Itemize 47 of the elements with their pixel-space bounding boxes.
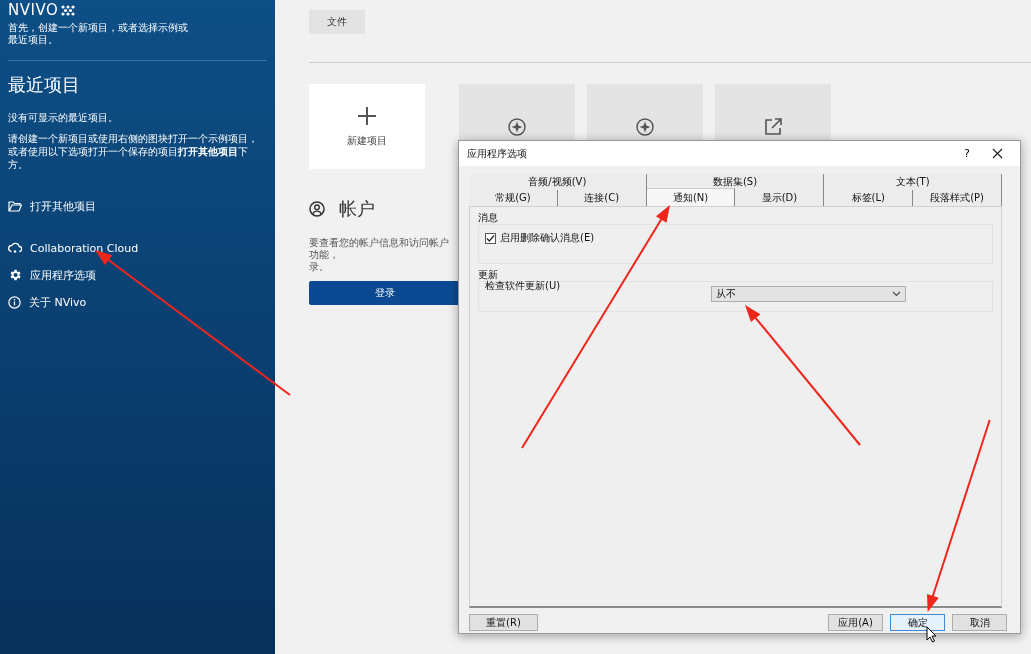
reset-button[interactable]: 重置(R)	[469, 614, 538, 631]
chevron-down-icon	[892, 291, 901, 297]
plus-icon	[357, 105, 377, 126]
tab[interactable]: 段落样式(P)	[913, 190, 1002, 206]
info-icon	[8, 295, 21, 309]
tab[interactable]: 连接(C)	[557, 190, 647, 206]
dialog-title: 应用程序选项	[467, 146, 528, 161]
logo-icon	[61, 4, 76, 16]
update-select[interactable]: 从不	[711, 286, 906, 302]
tab[interactable]: 数据集(S)	[646, 174, 825, 190]
group-title: 消息	[478, 211, 499, 224]
tab[interactable]: 标签(L)	[824, 190, 914, 206]
settings-icon	[8, 268, 22, 282]
logo-text: NVIVO	[8, 2, 59, 18]
folder-icon	[8, 200, 22, 212]
cloud-icon	[8, 242, 22, 254]
tab[interactable]: 通知(N)	[646, 188, 736, 206]
group-title: 更新	[478, 268, 499, 281]
project-tile[interactable]: 新建项目	[309, 84, 425, 169]
file-button[interactable]: 文件	[309, 10, 365, 34]
cursor-icon	[926, 626, 937, 643]
close-icon	[991, 148, 1003, 159]
account-text: 要查看您的帐户信息和访问帐户功能， 录。	[309, 237, 450, 273]
open-project-item[interactable]: 打开其他项目	[8, 197, 267, 215]
help-button[interactable]: ?	[952, 142, 982, 165]
tab[interactable]: 音频/视频(V)	[469, 174, 647, 190]
sidebar-item[interactable]: 关于 NVivo	[8, 293, 267, 311]
dialog-button[interactable]: 确定	[890, 614, 945, 631]
compass-icon	[636, 117, 654, 136]
checkbox[interactable]	[485, 232, 496, 244]
tab[interactable]: 常规(G)	[469, 190, 558, 206]
update-label: 检查软件更新(U)	[485, 279, 562, 293]
account-title: 帐户	[339, 197, 375, 221]
dialog-button[interactable]: 取消	[952, 614, 1007, 631]
dialog-button[interactable]: 应用(A)	[828, 614, 883, 631]
tab[interactable]: 显示(D)	[735, 190, 825, 206]
sidebar-item[interactable]: Collaboration Cloud	[8, 239, 267, 257]
section-heading: 最近项目	[8, 73, 81, 97]
tab[interactable]: 文本(T)	[824, 174, 1002, 190]
hint-text: 请创建一个新项目或使用右侧的图块打开一个示例项目，或者使用以下选项打开一个保存的项目打开其他项目下方。	[8, 132, 259, 171]
user-icon	[309, 201, 325, 217]
checkbox-label: 启用删除确认消息(E)	[500, 231, 595, 245]
external-link-icon	[764, 117, 782, 136]
intro-text: 首先，创建一个新项目，或者选择示例或最近项目。	[8, 22, 188, 46]
compass-icon	[508, 117, 526, 136]
empty-note: 没有可显示的最近项目。	[8, 111, 119, 124]
sidebar-item[interactable]: 应用程序选项	[8, 266, 267, 284]
